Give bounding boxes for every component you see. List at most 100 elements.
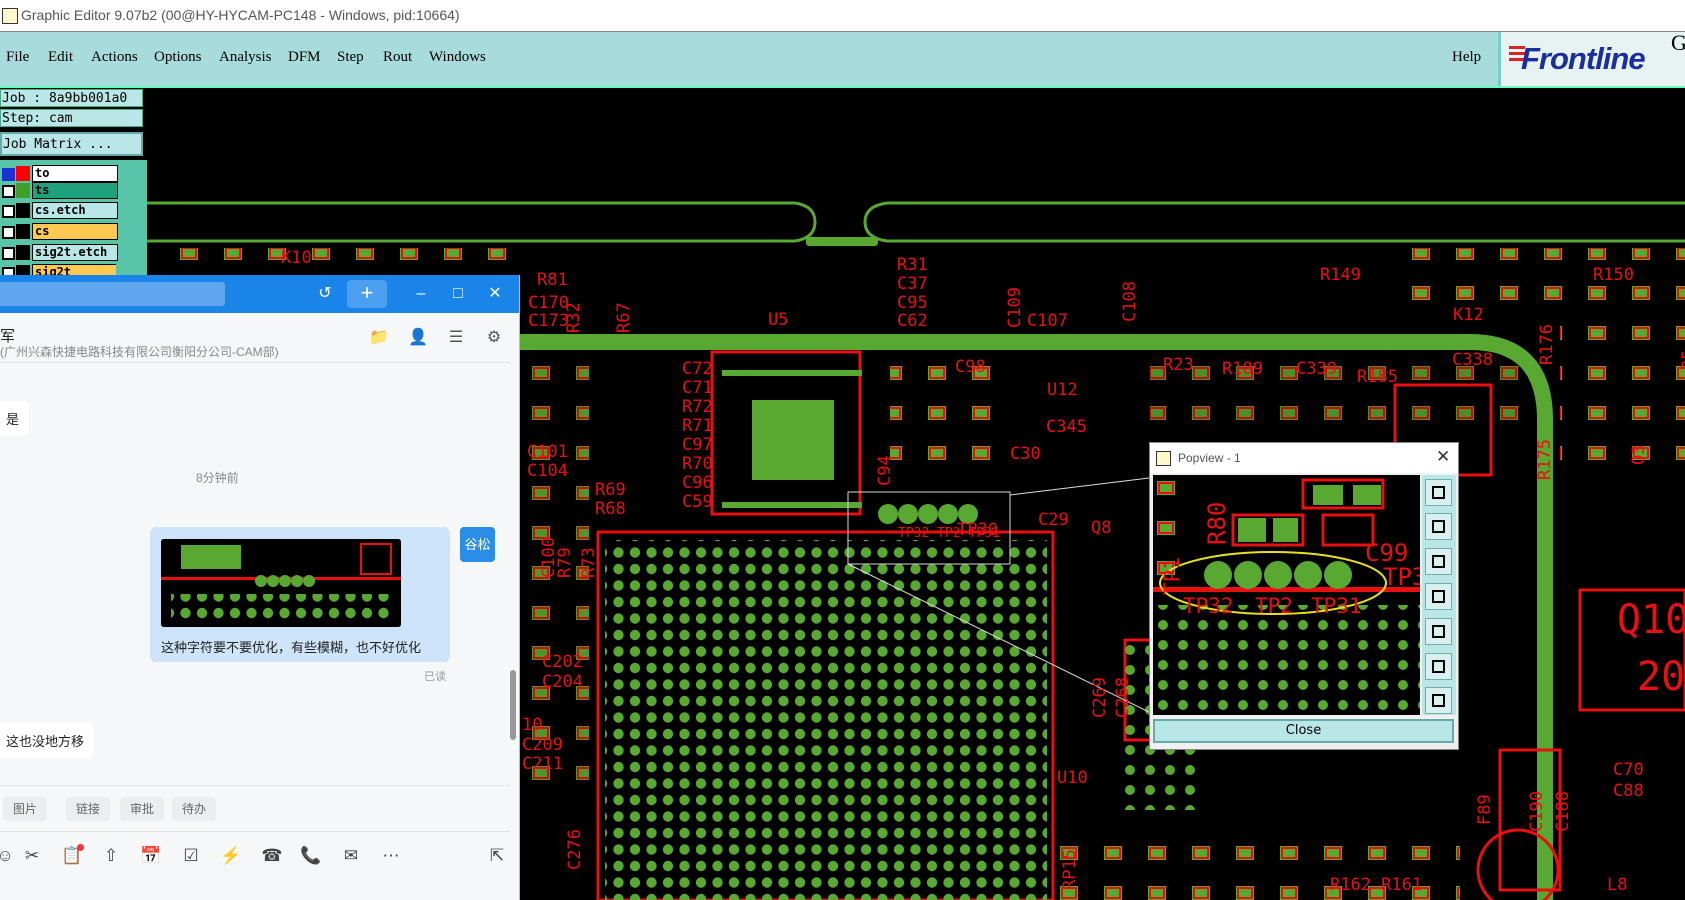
menu-file[interactable]: File <box>6 49 29 66</box>
chip-links[interactable]: 链接 <box>66 797 111 821</box>
logo-text: Frontline <box>1521 41 1646 76</box>
more-icon[interactable]: ⋯ <box>378 843 404 869</box>
label-tp31: TP31 <box>1311 594 1362 618</box>
minimize-icon[interactable]: – <box>407 282 435 306</box>
layer-checkbox[interactable] <box>2 267 15 275</box>
layer-checkbox[interactable] <box>2 185 15 198</box>
message-image-thumbnail[interactable] <box>161 539 401 627</box>
close-icon[interactable]: ✕ <box>1436 447 1450 467</box>
layer-row[interactable]: sig2t.etch <box>0 244 118 261</box>
menu-step[interactable]: Step <box>337 49 364 66</box>
history-icon[interactable]: ↺ <box>311 282 339 306</box>
svg-text:C190: C190 <box>1527 791 1547 832</box>
chat-scrollbar[interactable] <box>510 670 516 740</box>
layer-checkbox[interactable] <box>2 205 15 218</box>
svg-text:TP32 TP2 TP31: TP32 TP2 TP31 <box>898 526 1000 541</box>
calendar-icon[interactable]: 📅 <box>138 843 164 869</box>
svg-text:C101: C101 <box>527 442 568 462</box>
clipboard-icon[interactable]: 📋 <box>59 843 85 869</box>
svg-text:C104: C104 <box>527 461 568 481</box>
menu-analysis[interactable]: Analysis <box>219 49 272 66</box>
svg-text:C202: C202 <box>542 652 583 672</box>
zoom-home-icon[interactable] <box>1425 479 1452 506</box>
svg-text:R81: R81 <box>537 270 568 290</box>
svg-text:C30: C30 <box>1010 444 1041 464</box>
zoom-in-icon[interactable] <box>1425 687 1452 714</box>
close-icon[interactable]: ✕ <box>481 282 509 306</box>
folder-icon[interactable]: 📁 <box>368 327 390 349</box>
menu-options[interactable]: Options <box>154 49 202 66</box>
close-button[interactable]: Close <box>1153 719 1454 743</box>
svg-text:C107: C107 <box>1027 311 1068 331</box>
logo-cut-text: G <box>1671 30 1685 55</box>
svg-text:C338: C338 <box>1452 350 1493 370</box>
layer-row[interactable]: ts <box>0 182 118 199</box>
pan-up-icon[interactable] <box>1425 513 1452 540</box>
layer-color-swatch <box>16 245 30 260</box>
layer-color-swatch <box>16 265 30 275</box>
upload-icon[interactable]: ⇧ <box>98 843 124 869</box>
menu-actions[interactable]: Actions <box>91 49 138 66</box>
chip-approval[interactable]: 审批 <box>120 797 165 821</box>
menu-dfm[interactable]: DFM <box>288 49 321 66</box>
add-member-icon[interactable]: 👤 <box>407 327 429 349</box>
layer-row[interactable]: cs.etch <box>0 202 118 219</box>
layer-row[interactable]: cs <box>0 223 118 240</box>
checkbox-icon[interactable]: ☑ <box>178 843 204 869</box>
maximize-icon[interactable]: □ <box>444 282 472 306</box>
pan-left-icon[interactable] <box>1425 583 1452 610</box>
layer-checkbox[interactable] <box>2 226 15 239</box>
svg-text:C339: C339 <box>1296 359 1337 379</box>
pan-down-icon[interactable] <box>1425 548 1452 575</box>
phone-icon[interactable]: 📞 <box>298 843 324 869</box>
menu-help[interactable]: Help <box>1452 49 1481 66</box>
expand-icon[interactable]: ⇱ <box>484 843 510 869</box>
svg-text:C72: C72 <box>682 359 713 379</box>
layer-checkbox[interactable] <box>2 247 15 260</box>
layer-name: cs <box>32 223 118 240</box>
menu-rout[interactable]: Rout <box>383 49 412 66</box>
layer-color-swatch <box>16 224 30 239</box>
layer-color-swatch <box>16 166 30 181</box>
svg-text:C70: C70 <box>1613 760 1644 780</box>
popview-canvas[interactable]: R80 C99 TP32 TP2 TP31 TP3 TP1 <box>1153 475 1420 715</box>
layer-color-swatch <box>16 203 30 218</box>
svg-text:R67: R67 <box>614 302 634 333</box>
avatar[interactable]: 谷松 <box>460 527 495 562</box>
svg-text:C108: C108 <box>1120 281 1140 322</box>
layer-name: sig2t.etch <box>32 244 118 261</box>
mail-icon[interactable]: ✉ <box>338 843 364 869</box>
window-title-bar: Graphic Editor 9.07b2 (00@HY-HYCAM-PC148… <box>0 0 1685 32</box>
chip-todo[interactable]: 待办 <box>172 797 217 821</box>
job-matrix-button[interactable]: Job Matrix ... <box>0 132 143 156</box>
gear-icon[interactable]: ⚙ <box>483 327 505 349</box>
svg-text:R68: R68 <box>595 499 626 519</box>
svg-text:R71: R71 <box>682 416 713 436</box>
layer-name: to <box>32 165 118 182</box>
zoom-out-icon[interactable] <box>1425 653 1452 680</box>
divider <box>0 785 510 786</box>
svg-text:C209: C209 <box>522 735 563 755</box>
svg-text:C98: C98 <box>955 357 986 377</box>
add-button[interactable]: + <box>347 280 387 308</box>
chat-search-input[interactable] <box>0 282 225 306</box>
scissors-icon[interactable]: ✂ <box>19 843 45 869</box>
voice-icon[interactable]: ☎ <box>259 843 285 869</box>
layer-name: sig2t <box>32 264 116 275</box>
layer-checkbox[interactable] <box>2 168 15 181</box>
search-history-icon[interactable]: ☰ <box>445 327 467 349</box>
svg-text:C269: C269 <box>1090 677 1110 718</box>
svg-text:C188: C188 <box>1553 791 1573 832</box>
pan-right-icon[interactable] <box>1425 618 1452 645</box>
lightning-icon[interactable]: ⚡ <box>218 843 244 869</box>
layer-row[interactable]: to <box>0 165 118 182</box>
layer-row[interactable]: sig2t <box>0 264 116 275</box>
svg-text:C100: C100 <box>539 537 559 578</box>
chip-images[interactable]: 图片 <box>3 797 48 821</box>
menu-windows[interactable]: Windows <box>429 49 486 66</box>
svg-text:R23: R23 <box>1163 355 1194 375</box>
menu-edit[interactable]: Edit <box>48 49 73 66</box>
emoji-icon[interactable]: ☺ <box>0 843 18 869</box>
popview-title: Popview - 1 <box>1178 451 1241 465</box>
svg-text:R72: R72 <box>682 397 713 417</box>
